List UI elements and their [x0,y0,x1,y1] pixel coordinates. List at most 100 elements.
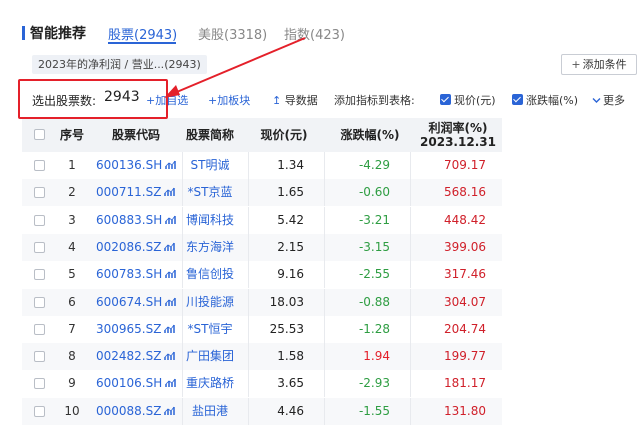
table-row[interactable]: 4 002086.SZ 东方海洋 2.15 -3.15 399.06 [22,233,502,261]
more-label: 更多 [603,94,625,107]
condition-chip-text: 2023年的净利润 / 营业... [38,58,165,71]
condition-chip-count: (2943) [164,58,201,71]
header-profit: 利润率(%) 2023.12.31 [418,118,498,152]
row-checkbox[interactable] [34,214,45,226]
table-row[interactable]: 5 600783.SH 鲁信创投 9.16 -2.55 317.46 [22,261,502,289]
row-checkbox[interactable] [34,323,45,335]
tab-index[interactable]: 指数(423) [284,24,345,43]
stock-code-link[interactable]: 600783.SH [96,261,180,288]
add-block-button[interactable]: +加板块 [208,92,250,108]
stock-code-link[interactable]: 600674.SH [96,289,180,316]
condition-chip[interactable]: 2023年的净利润 / 营业...(2943) [32,55,207,74]
stock-code-link[interactable]: 600106.SH [96,370,180,397]
stock-name-link[interactable]: *ST京蓝 [182,179,238,206]
table-row[interactable]: 2 000711.SZ *ST京蓝 1.65 -0.60 568.16 [22,179,502,207]
row-checkbox[interactable] [34,241,45,253]
stock-code-link[interactable]: 000711.SZ [96,179,180,206]
select-all-checkbox[interactable] [34,129,45,140]
mini-chart-icon[interactable] [164,242,176,252]
mini-chart-icon[interactable] [165,269,177,279]
price-value: 25.53 [269,321,304,336]
row-checkbox[interactable] [34,351,45,363]
stock-code: 000711.SZ [96,185,162,200]
table-row[interactable]: 8 002482.SZ 广田集团 1.58 1.94 199.77 [22,343,502,371]
profit-value: 181.17 [444,376,486,391]
table-row[interactable]: 3 600883.SH 博闻科技 5.42 -3.21 448.42 [22,206,502,234]
stock-name-link[interactable]: 鲁信创投 [182,261,238,288]
table-row[interactable]: 7 300965.SZ *ST恒宇 25.53 -1.28 204.74 [22,315,502,343]
price-value: 9.16 [277,267,304,282]
header-profit-title: 利润率(%) [428,121,488,135]
stock-name-link[interactable]: 广田集团 [182,343,238,370]
add-condition-label: 添加条件 [582,58,627,71]
stock-name-link[interactable]: *ST恒宇 [182,316,238,343]
stock-code: 002482.SZ [96,349,162,364]
mini-chart-icon[interactable] [164,187,176,197]
checkbox-checked-icon [512,94,523,105]
header-change: 涨跌幅(%) [340,128,400,142]
stock-name-link[interactable]: 川投能源 [182,289,238,316]
price-value: 1.65 [277,185,304,200]
more-dropdown[interactable]: 更多 [592,92,625,108]
stock-code-link[interactable]: 000088.SZ [96,398,180,425]
add-condition-button[interactable]: + 添加条件 [561,54,637,75]
row-checkbox[interactable] [34,269,45,281]
profit-value: 709.17 [444,158,486,172]
stock-name-link[interactable]: 东方海洋 [182,234,238,261]
table-row[interactable]: 9 600106.SH 重庆路桥 3.65 -2.93 181.17 [22,370,502,398]
mini-chart-icon[interactable] [165,215,177,225]
tab-us-stocks[interactable]: 美股(3318) [198,24,267,43]
export-label: 导数据 [284,94,318,107]
table-row[interactable]: 6 600674.SH 川投能源 18.03 -0.88 304.07 [22,288,502,316]
stock-code-link[interactable]: 300965.SZ [96,316,180,343]
stock-code-link[interactable]: 600136.SH [96,152,180,179]
price-indicator-checkbox[interactable]: 现价(元) [440,92,496,108]
row-seq: 1 [68,158,76,172]
stock-code: 600674.SH [96,294,163,309]
row-checkbox[interactable] [34,405,45,417]
stock-code-link[interactable]: 002086.SZ [96,234,180,261]
stock-name-link[interactable]: 博闻科技 [182,207,238,234]
row-seq: 8 [68,349,76,364]
price-value: 1.58 [277,349,304,364]
table-row[interactable]: 1 600136.SH ST明诚 1.34 -4.29 709.17 [22,152,502,179]
price-value: 2.15 [277,239,304,254]
profit-value: 199.77 [444,349,486,364]
export-icon: ↥ [272,94,282,107]
change-value: -0.60 [358,185,390,200]
table-row[interactable]: 10 000088.SZ 盐田港 4.46 -1.55 131.80 [22,397,502,425]
change-indicator-checkbox[interactable]: 涨跌幅(%) [512,92,578,108]
mini-chart-icon[interactable] [165,160,177,170]
change-value: -2.55 [358,267,390,282]
mini-chart-icon[interactable] [164,324,176,334]
profit-value: 568.16 [444,185,486,200]
mini-chart-icon[interactable] [164,351,176,361]
stock-code-link[interactable]: 002482.SZ [96,343,180,370]
mini-chart-icon[interactable] [165,297,177,307]
mini-chart-icon[interactable] [164,406,176,416]
stock-name-link[interactable]: 重庆路桥 [182,370,238,397]
change-value: -4.29 [358,158,390,172]
row-checkbox[interactable] [34,187,45,199]
tab-active-underline [108,42,176,44]
selected-count-label: 选出股票数: [32,94,97,108]
add-watchlist-button[interactable]: +加自选 [146,92,188,108]
export-button[interactable]: ↥ 导数据 [272,92,318,108]
row-checkbox[interactable] [34,378,45,390]
mini-chart-icon[interactable] [165,378,177,388]
profit-value: 304.07 [444,294,486,309]
stock-code: 600783.SH [96,267,163,282]
header-code: 股票代码 [111,128,160,142]
row-seq: 6 [68,294,76,309]
profit-value: 204.74 [444,321,486,336]
stock-code-link[interactable]: 600883.SH [96,207,180,234]
header-profit-date: 2023.12.31 [420,135,496,149]
stock-name-link[interactable]: 盐田港 [182,398,238,425]
tab-stocks[interactable]: 股票(2943) [108,24,177,43]
stock-name-link[interactable]: ST明诚 [182,152,238,179]
row-checkbox[interactable] [34,296,45,308]
profit-value: 448.42 [444,212,486,227]
price-value: 4.46 [277,403,304,418]
change-indicator-label: 涨跌幅(%) [526,94,579,107]
row-checkbox[interactable] [34,160,45,171]
